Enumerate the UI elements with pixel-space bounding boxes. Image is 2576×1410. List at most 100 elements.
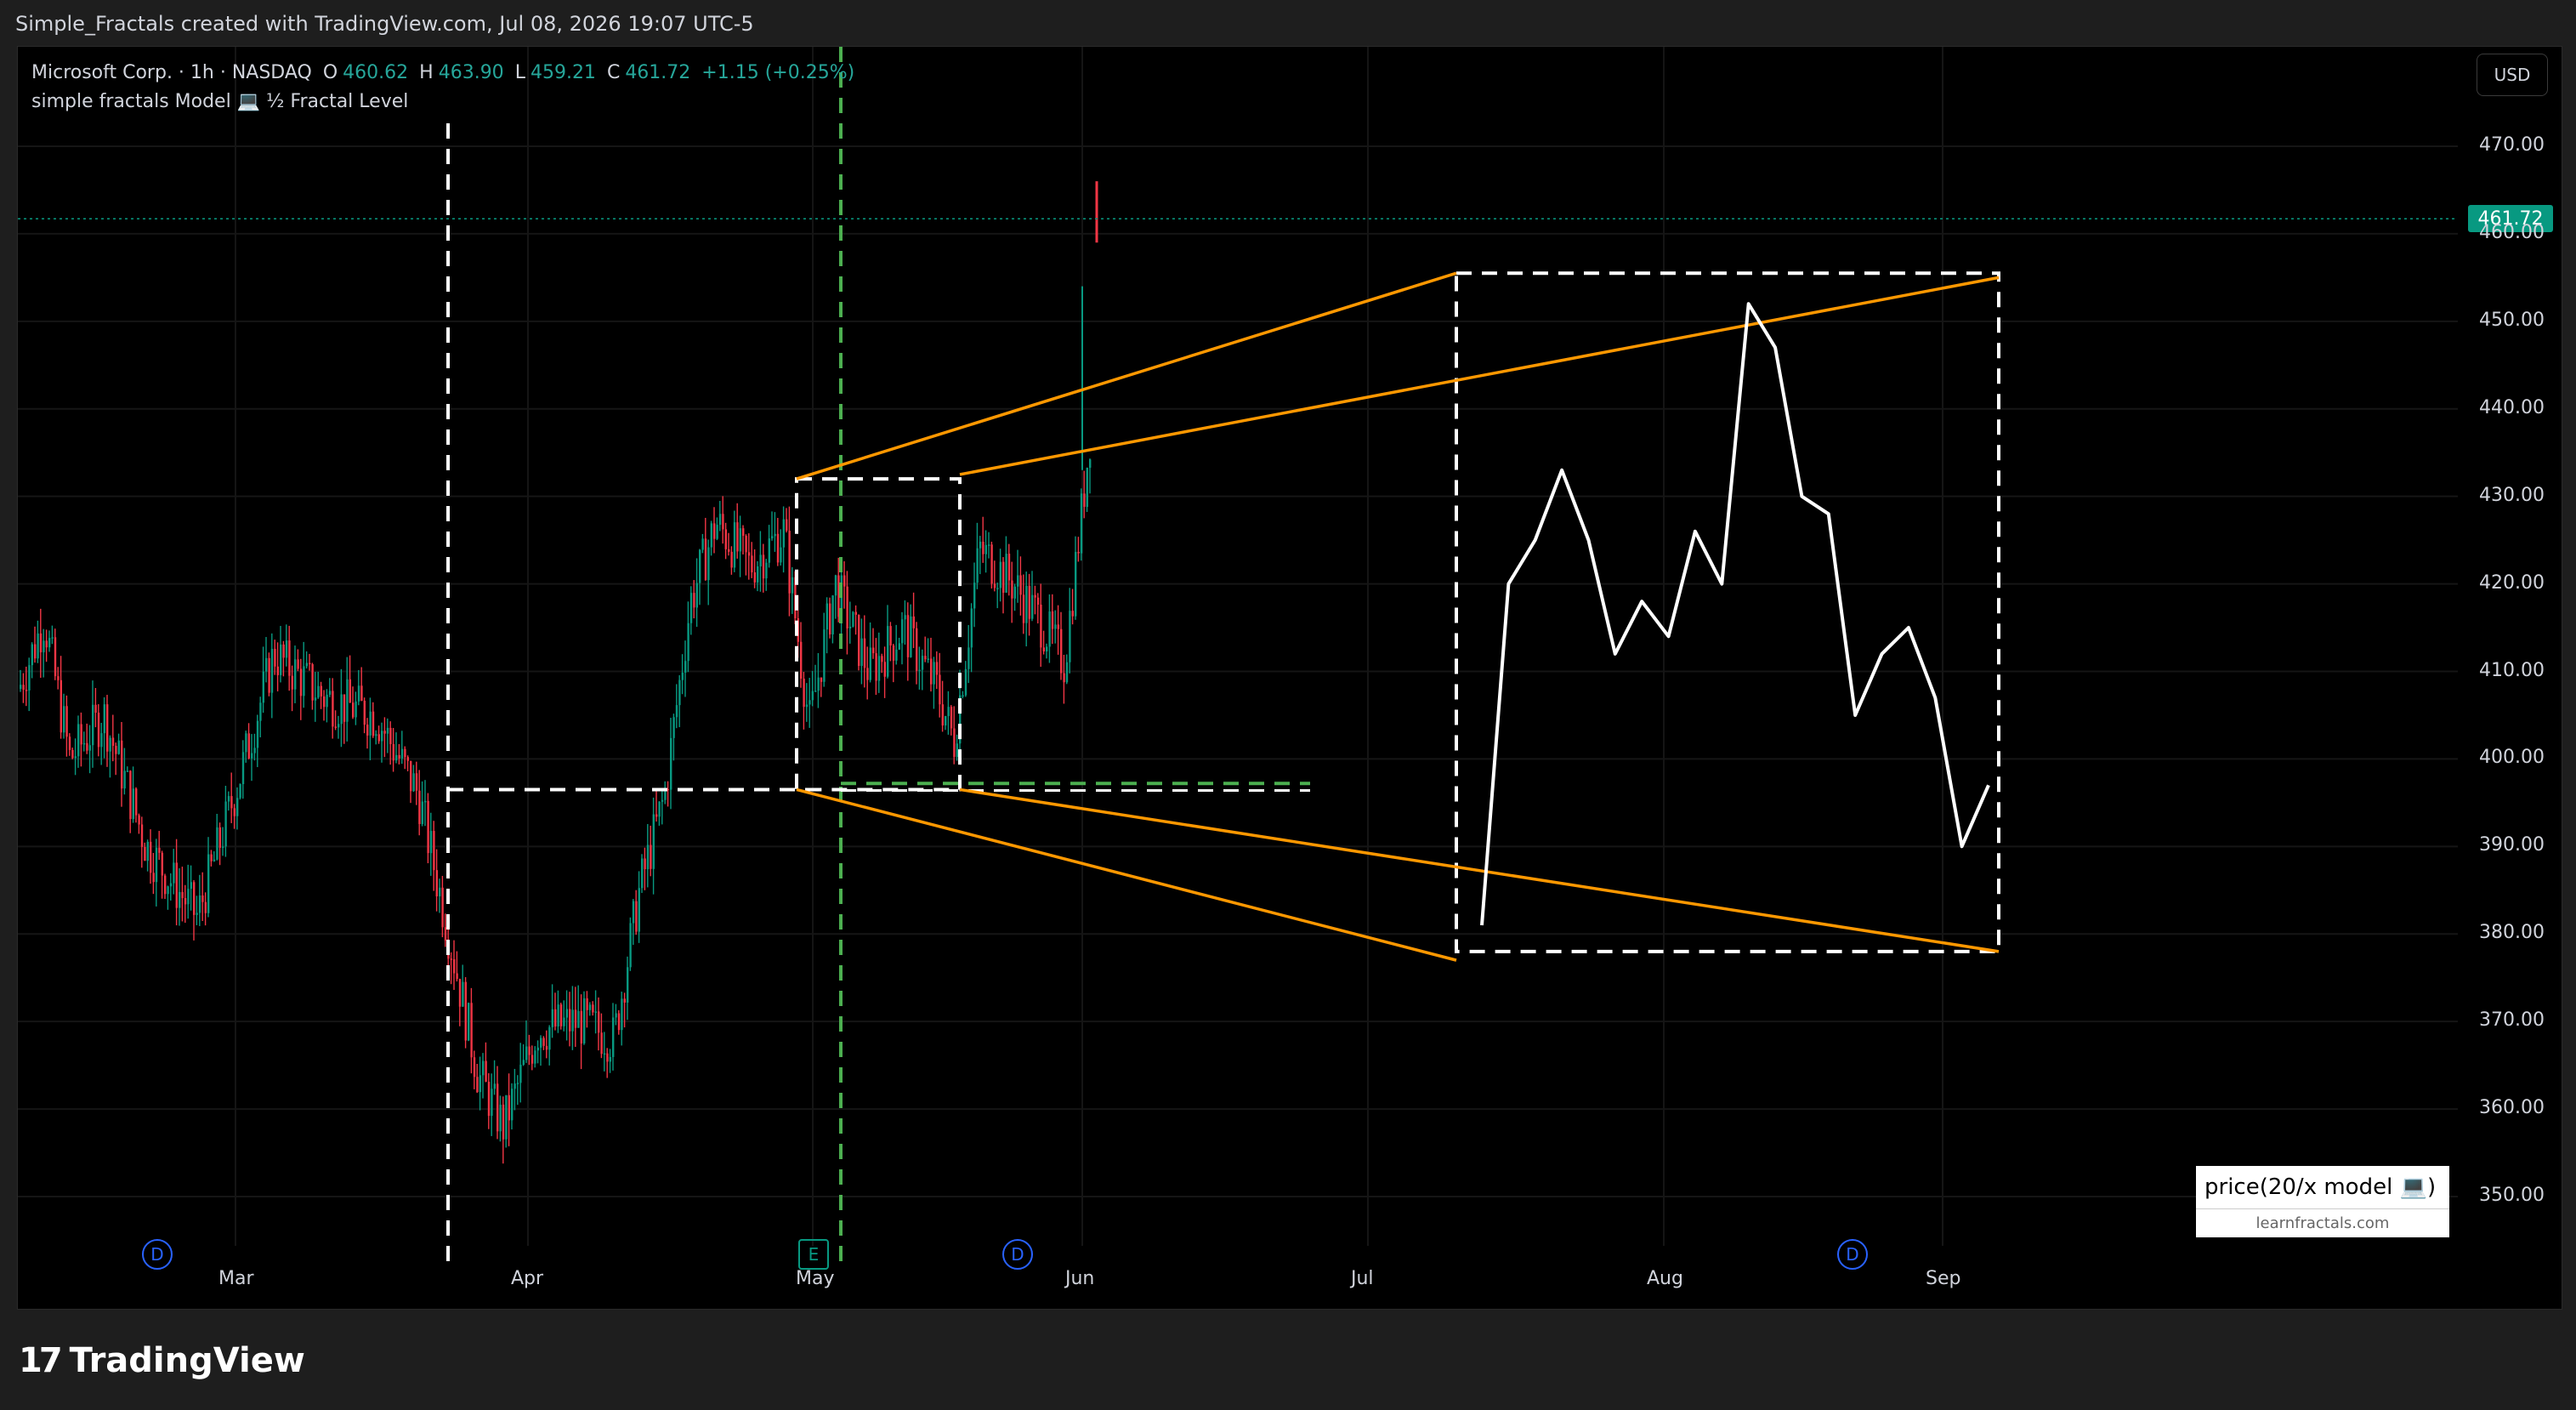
candle-body xyxy=(776,533,780,563)
candle-body xyxy=(548,1026,551,1050)
candle-body xyxy=(528,1046,531,1055)
candle-body xyxy=(60,679,62,733)
candle-body xyxy=(326,694,328,708)
candle-body xyxy=(990,544,993,584)
candle-body xyxy=(967,647,970,669)
candle-body xyxy=(282,644,285,658)
candle-body xyxy=(34,644,37,659)
candle-body xyxy=(427,800,429,854)
model-url[interactable]: learnfractals.com xyxy=(2196,1209,2449,1237)
candle-body xyxy=(988,544,990,546)
candle-body xyxy=(768,538,770,563)
candle-body xyxy=(161,852,163,876)
candle-body xyxy=(224,801,227,847)
candle-body xyxy=(193,882,196,915)
candle-body xyxy=(820,677,823,682)
candle-body xyxy=(485,1060,487,1083)
candle-body xyxy=(1007,554,1011,581)
candle-body xyxy=(617,1013,621,1031)
candle-body xyxy=(563,1017,565,1026)
candle-body xyxy=(996,588,999,589)
dividend-event-icon[interactable]: D xyxy=(1002,1239,1033,1270)
candle-body xyxy=(733,522,736,568)
candle-body xyxy=(600,1032,603,1055)
candle-body xyxy=(687,623,689,662)
candle-body xyxy=(43,640,45,653)
candle-body xyxy=(531,1055,534,1064)
candle-body xyxy=(450,958,452,960)
candle-body xyxy=(693,593,695,608)
candle-body xyxy=(1063,673,1065,683)
candle-body xyxy=(251,753,253,759)
candle-body xyxy=(534,1050,536,1064)
candle-body xyxy=(1080,493,1083,554)
candle-body xyxy=(233,808,235,816)
candle-body xyxy=(603,1053,606,1055)
candle-body xyxy=(901,619,904,644)
candle-body xyxy=(77,724,80,757)
indicator-label[interactable]: simple fractals Model 💻 ½ Fractal Level xyxy=(31,88,860,117)
candle-body xyxy=(916,628,918,671)
candle-body xyxy=(421,801,423,824)
candle-body xyxy=(650,844,652,869)
candle-body xyxy=(82,742,86,745)
candle-body xyxy=(964,668,967,696)
currency-button[interactable]: USD xyxy=(2477,54,2548,96)
candle-body xyxy=(681,672,684,680)
candle-body xyxy=(979,541,982,549)
brand-name: TradingView xyxy=(69,1341,305,1380)
candle-body xyxy=(297,659,299,669)
candle-body xyxy=(652,814,655,869)
price-tick-label: 410.00 xyxy=(2479,659,2545,681)
candle-body xyxy=(598,1011,600,1033)
candle-body xyxy=(453,958,456,974)
candle-body xyxy=(580,1010,582,1043)
candle-body xyxy=(661,799,664,802)
time-tick-label: Jul xyxy=(1351,1268,1374,1289)
candle-body xyxy=(1089,459,1092,469)
open-label: O xyxy=(322,62,338,83)
candle-body xyxy=(843,575,846,587)
candle-body xyxy=(291,675,293,690)
candle-body xyxy=(826,603,828,630)
candle-body xyxy=(239,784,241,799)
candle-body xyxy=(513,1083,516,1089)
candle-body xyxy=(360,685,363,701)
upper-trend-line xyxy=(959,276,2000,476)
candle-body xyxy=(395,754,398,761)
high-value: 463.90 xyxy=(438,62,504,83)
candle-body xyxy=(1040,605,1042,648)
candle-body xyxy=(759,554,762,566)
candle-body xyxy=(718,514,722,526)
candle-body xyxy=(814,691,817,692)
candle-body xyxy=(39,633,43,653)
chart-panel[interactable]: Microsoft Corp. · 1h · NASDAQ O 460.62 H4… xyxy=(17,46,2562,1310)
candle-body xyxy=(97,713,100,748)
candle-body xyxy=(323,696,326,708)
candle-body xyxy=(218,827,221,848)
candle-body xyxy=(268,657,270,693)
candle-body xyxy=(834,575,837,596)
candle-body xyxy=(1011,580,1013,599)
model-title: price(20/x model 💻) xyxy=(2196,1166,2449,1209)
dividend-event-icon[interactable]: D xyxy=(1837,1239,1868,1270)
candle-body xyxy=(516,1083,519,1084)
candle-body xyxy=(381,731,383,742)
candle-body xyxy=(57,676,60,680)
candle-body xyxy=(352,702,355,718)
model-info-box: price(20/x model 💻) learnfractals.com xyxy=(2196,1166,2449,1237)
candle-body xyxy=(707,547,710,581)
dividend-event-icon[interactable]: D xyxy=(142,1239,173,1270)
chart-credit: Simple_Fractals created with TradingView… xyxy=(15,12,754,36)
close-label: C xyxy=(606,62,621,83)
earnings-event-icon[interactable]: E xyxy=(798,1239,829,1270)
candle-body xyxy=(644,858,646,870)
candle-body xyxy=(343,694,346,722)
candle-body xyxy=(241,752,245,785)
candle-body xyxy=(511,1089,513,1121)
price-chart[interactable] xyxy=(18,47,2562,1309)
candle-body xyxy=(51,637,54,639)
candle-body xyxy=(525,1046,528,1060)
candle-body xyxy=(956,743,958,758)
candle-body xyxy=(689,593,693,623)
